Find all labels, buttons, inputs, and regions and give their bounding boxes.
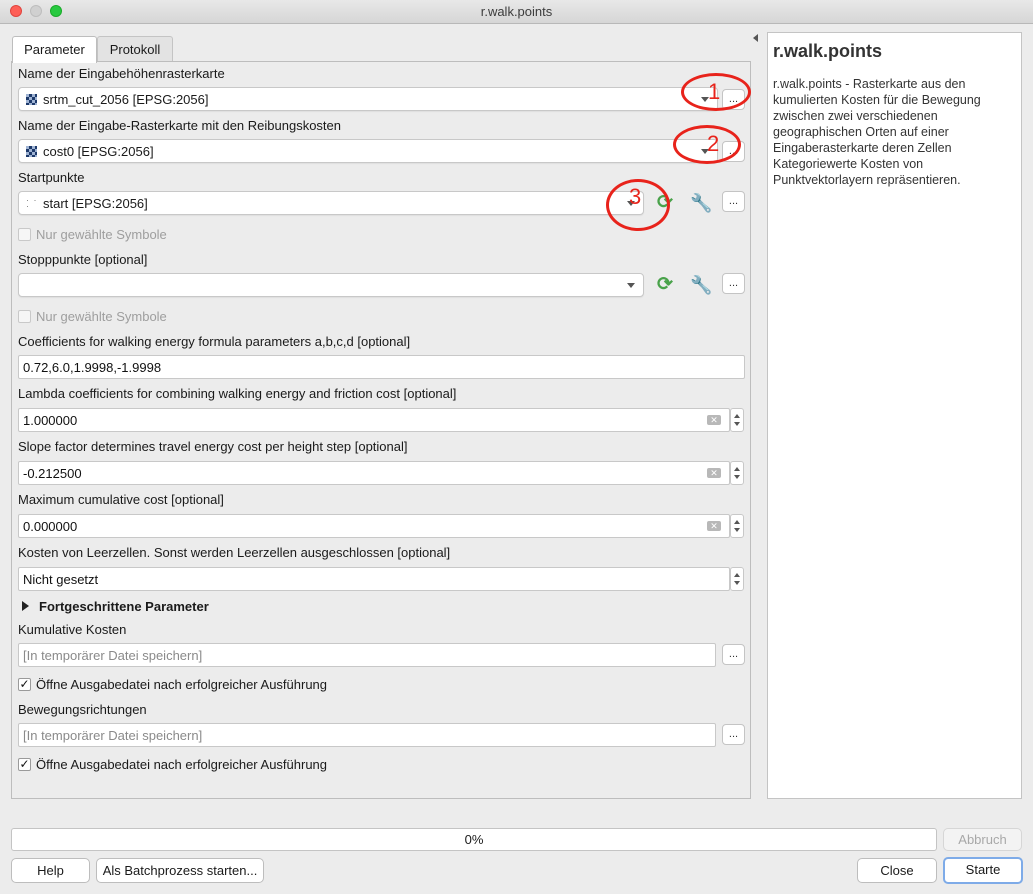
lambda-value: 1.000000 bbox=[23, 413, 78, 428]
start-combo[interactable]: · · · start [EPSG:2056] bbox=[18, 191, 644, 215]
null-cost-label: Kosten von Leerzellen. Sonst werden Leer… bbox=[18, 545, 451, 560]
clear-icon[interactable]: ✕ bbox=[707, 521, 721, 531]
progress-bar: 0% bbox=[11, 828, 937, 851]
slope-value: -0.212500 bbox=[23, 466, 82, 481]
advanced-parameters-toggle[interactable]: Fortgeschrittene Parameter bbox=[39, 599, 209, 614]
max-cost-label: Maximum cumulative cost [optional] bbox=[18, 492, 224, 507]
tab-protokoll[interactable]: Protokoll bbox=[97, 36, 173, 62]
window-titlebar: r.walk.points bbox=[0, 0, 1033, 24]
annotation-number-1: 1 bbox=[708, 79, 721, 104]
point-layer-icon: · · · bbox=[26, 195, 38, 211]
raster-icon bbox=[26, 146, 37, 157]
chevron-down-icon bbox=[627, 283, 635, 288]
stop-label: Stopppunkte [optional] bbox=[18, 252, 148, 267]
collapse-help-icon[interactable] bbox=[753, 34, 758, 42]
batch-process-button[interactable]: Als Batchprozess starten... bbox=[96, 858, 264, 883]
help-text: r.walk.points - Rasterkarte aus den kumu… bbox=[773, 77, 981, 187]
elevation-label: Name der Eingabehöhenrasterkarte bbox=[18, 66, 225, 81]
expand-triangle-icon[interactable] bbox=[22, 601, 29, 611]
friction-value: cost0 [EPSG:2056] bbox=[43, 144, 154, 159]
help-panel: r.walk.points r.walk.points - Rasterkart… bbox=[767, 32, 1022, 799]
friction-combo[interactable]: cost0 [EPSG:2056] bbox=[18, 139, 718, 163]
elevation-value: srtm_cut_2056 [EPSG:2056] bbox=[43, 92, 209, 107]
iterate-icon[interactable]: ⟳ bbox=[654, 275, 676, 295]
close-button[interactable]: Close bbox=[857, 858, 937, 883]
clear-icon[interactable]: ✕ bbox=[707, 468, 721, 478]
walk-coeff-label: Coefficients for walking energy formula … bbox=[18, 334, 411, 349]
stop-combo[interactable] bbox=[18, 273, 644, 297]
max-cost-input[interactable]: 0.000000 ✕ bbox=[18, 514, 730, 538]
wrench-icon[interactable]: 🔧 bbox=[690, 192, 712, 214]
movements-placeholder: [In temporärer Datei speichern] bbox=[23, 728, 203, 743]
cumulative-label: Kumulative Kosten bbox=[18, 622, 127, 637]
annotation-number-2: 2 bbox=[707, 131, 720, 156]
lambda-spinner[interactable] bbox=[730, 408, 744, 432]
lambda-input[interactable]: 1.000000 ✕ bbox=[18, 408, 730, 432]
slope-input[interactable]: -0.212500 ✕ bbox=[18, 461, 730, 485]
movements-open-label: Öffne Ausgabedatei nach erfolgreicher Au… bbox=[36, 757, 328, 772]
null-cost-input[interactable]: Nicht gesetzt bbox=[18, 567, 730, 591]
cumulative-open-label: Öffne Ausgabedatei nach erfolgreicher Au… bbox=[36, 677, 328, 692]
stop-browse-button[interactable]: ... bbox=[722, 273, 745, 294]
friction-label: Name der Eingabe-Rasterkarte mit den Rei… bbox=[18, 118, 342, 133]
movements-open-checkbox[interactable]: ✓ bbox=[18, 758, 31, 771]
stop-selected-only-label: Nur gewählte Symbole bbox=[36, 309, 167, 324]
tab-parameter[interactable]: Parameter bbox=[12, 36, 97, 63]
lambda-label: Lambda coefficients for combining walkin… bbox=[18, 386, 457, 401]
slope-label: Slope factor determines travel energy co… bbox=[18, 439, 408, 454]
cumulative-placeholder: [In temporärer Datei speichern] bbox=[23, 648, 203, 663]
start-label: Startpunkte bbox=[18, 170, 85, 185]
elevation-combo[interactable]: srtm_cut_2056 [EPSG:2056] bbox=[18, 87, 718, 111]
cumulative-browse-button[interactable]: ... bbox=[722, 644, 745, 665]
null-cost-spinner[interactable] bbox=[730, 567, 744, 591]
window-title: r.walk.points bbox=[480, 4, 553, 19]
cumulative-output-input[interactable]: [In temporärer Datei speichern] bbox=[18, 643, 716, 667]
raster-icon bbox=[26, 94, 37, 105]
walk-coeff-input[interactable]: 0.72,6.0,1.9998,-1.9998 bbox=[18, 355, 745, 379]
max-cost-value: 0.000000 bbox=[23, 519, 78, 534]
clear-icon[interactable]: ✕ bbox=[707, 415, 721, 425]
start-button[interactable]: Starte bbox=[943, 857, 1023, 884]
cumulative-open-checkbox[interactable]: ✓ bbox=[18, 678, 31, 691]
help-title: r.walk.points bbox=[773, 41, 883, 61]
abort-button[interactable]: Abbruch bbox=[943, 828, 1022, 851]
annotation-number-3: 3 bbox=[629, 184, 642, 209]
start-value: start [EPSG:2056] bbox=[43, 196, 148, 211]
help-button[interactable]: Help bbox=[11, 858, 90, 883]
start-selected-only-label: Nur gewählte Symbole bbox=[36, 227, 167, 242]
stop-selected-only-checkbox[interactable] bbox=[18, 310, 31, 323]
wrench-icon[interactable]: 🔧 bbox=[690, 274, 712, 296]
start-browse-button[interactable]: ... bbox=[722, 191, 745, 212]
movements-output-input[interactable]: [In temporärer Datei speichern] bbox=[18, 723, 716, 747]
movements-label: Bewegungsrichtungen bbox=[18, 702, 147, 717]
slope-spinner[interactable] bbox=[730, 461, 744, 485]
max-cost-spinner[interactable] bbox=[730, 514, 744, 538]
start-selected-only-checkbox[interactable] bbox=[18, 228, 31, 241]
movements-browse-button[interactable]: ... bbox=[722, 724, 745, 745]
